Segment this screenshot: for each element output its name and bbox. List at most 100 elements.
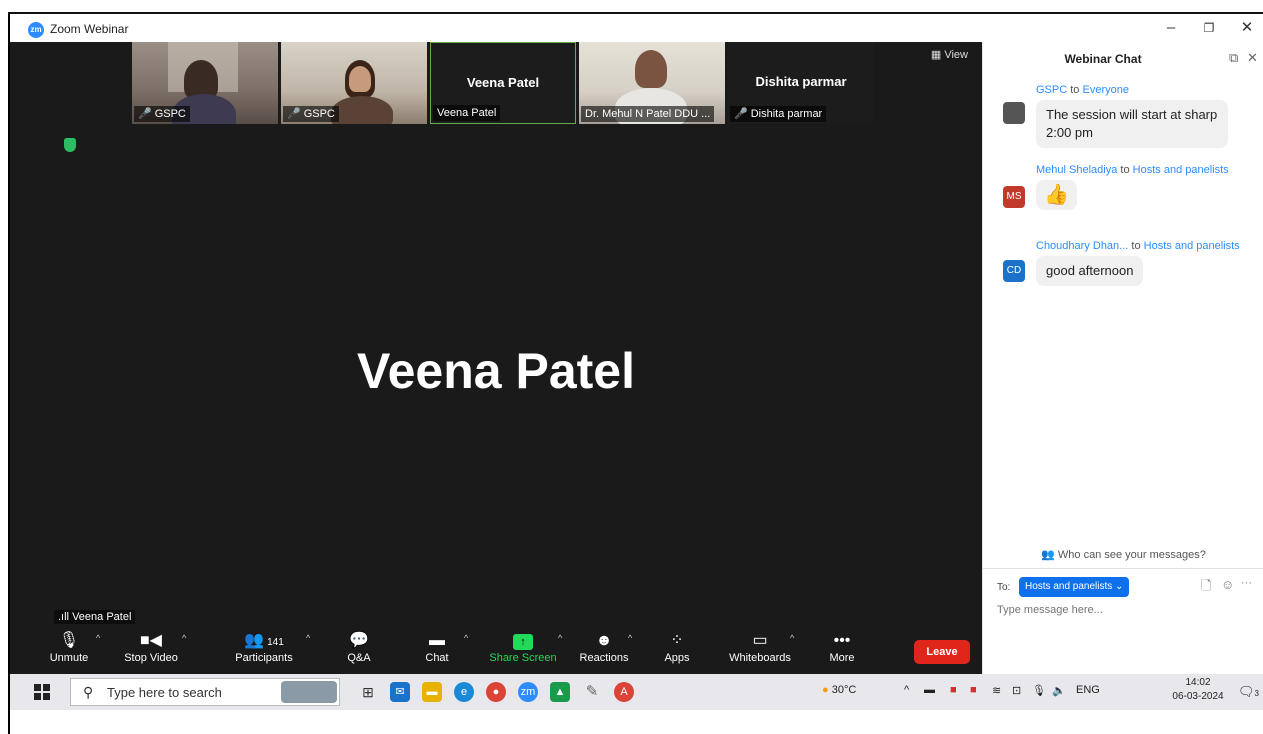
start-tile [34,684,41,691]
wifi-icon[interactable]: ≋ [992,684,1001,697]
person-body [331,96,393,124]
file-icon[interactable]: 🗋 [1201,577,1211,599]
keyboard-icon[interactable]: ⊡ [1012,684,1021,697]
language-indicator[interactable]: ENG [1076,684,1100,696]
tray-chevron-icon[interactable]: ^ [904,684,909,696]
search-highlight-image [281,681,337,703]
mail-icon[interactable]: ✉ [390,682,410,702]
thumbnail-label: 🎤 GSPC [134,106,190,122]
antivirus-icon-2[interactable]: ■ [970,684,977,696]
chat-panel: Webinar Chat ⧉ ✕ GSPC to Everyone The se… [982,42,1263,674]
participant-thumbnail-4[interactable]: Dr. Mehul N Patel DDU ... [579,42,725,124]
participants-count: 141 [267,637,284,648]
stop-video-button[interactable]: ■◀ Stop Video ^ [120,630,186,664]
pop-out-icon[interactable]: ⧉ [1229,50,1238,66]
thumbnail-name: GSPC [303,108,335,120]
qa-button[interactable]: 💬 Q&A [342,630,376,664]
recipient-select[interactable]: Hosts and panelists ⌄ [1019,577,1130,597]
chevron-up-icon[interactable]: ^ [790,633,794,643]
chevron-up-icon[interactable]: ^ [464,633,468,643]
close-icon[interactable]: ✕ [1236,18,1258,38]
participant-thumbnail-2[interactable]: 🎤 GSPC [281,42,427,124]
person-face [349,66,371,92]
thumbnail-label: Veena Patel [433,105,501,121]
chat-message-text: 2:00 pm [1046,125,1093,140]
participant-thumbnail-1[interactable]: 🎤 GSPC [132,42,278,124]
participants-button[interactable]: 👥 141 Participants ^ [232,630,310,664]
whiteboards-button[interactable]: ▭ Whiteboards ^ [726,630,794,664]
thumbnail-name: GSPC [154,108,186,120]
chat-message-header: GSPC to Everyone [1036,84,1129,96]
view-label: View [944,49,968,61]
chevron-up-icon[interactable]: ^ [182,633,186,643]
participant-thumbnail-3[interactable]: Veena Patel Veena Patel [430,42,576,124]
volume-icon[interactable]: 🔈 [1052,684,1066,697]
clock[interactable]: 14:02 06-03-2024 [1168,676,1228,704]
sender-name: Choudhary Dhan... [1036,240,1129,252]
windows-start-icon[interactable] [34,684,50,700]
reactions-button[interactable]: ☻ Reactions ^ [576,630,633,664]
thumbnail-name: Dishita parmar [750,108,823,120]
qa-label: Q&A [347,652,371,664]
edge-icon[interactable]: e [454,682,474,702]
thumbnail-label: Dr. Mehul N Patel DDU ... [581,106,715,122]
whiteboard-icon: ▭ [752,632,768,649]
app-icon[interactable]: ▲ [550,682,570,702]
chat-message-text: The session will start at sharp [1046,107,1218,122]
chevron-up-icon[interactable]: ^ [628,633,632,643]
antivirus-icon[interactable]: ■ [950,684,957,696]
grid-icon: ▦ [930,49,945,61]
chrome-icon[interactable]: ● [486,682,506,702]
chat-message-input[interactable] [997,604,1247,616]
chat-message-bubble: 👍 [1036,180,1077,210]
thumbnail-center-name: Dishita parmar [755,74,847,89]
avatar [1003,102,1025,124]
battery-icon[interactable]: ▬ [924,684,935,696]
notification-icon[interactable]: 🗨3 [1238,684,1259,700]
start-tile [43,693,50,700]
minimize-icon[interactable]: – [1160,18,1182,38]
participants-label: Participants [235,652,293,664]
zoom-logo-icon: zm [28,22,44,38]
zoom-icon[interactable]: zm [518,682,538,702]
active-speaker-indicator: .ıll Veena Patel [54,610,136,624]
emoji-icon[interactable]: ☺ [1221,577,1234,592]
chevron-up-icon[interactable]: ^ [306,633,310,643]
window-title: Zoom Webinar [50,22,129,36]
paint-icon[interactable]: ✎ [582,682,602,702]
title-bar: zm Zoom Webinar – ❐ ✕ [10,14,1263,42]
participants-icon: 👥 141 [244,632,284,649]
unmute-button[interactable]: 🎙 Unmute ^ [44,630,101,664]
who-can-see-link[interactable]: 👥 Who can see your messages? [983,548,1263,561]
chat-bubble-icon: ▬ [429,632,445,649]
to-label: To: [997,582,1011,593]
mic-off-icon: 🎤 [734,108,748,120]
stop-video-label: Stop Video [124,652,178,664]
thumbnail-label: 🎤 Dishita parmar [730,106,827,122]
view-button[interactable]: ▦ View [931,48,968,61]
more-button[interactable]: ••• More [826,630,858,664]
video-camera-icon: ■◀ [140,632,162,649]
share-screen-button[interactable]: ↑ Share Screen ^ [488,630,562,664]
chat-message-text: good afternoon [1046,263,1134,278]
chevron-up-icon[interactable]: ^ [558,633,562,643]
security-shield-icon[interactable] [64,138,76,152]
chrome-profile-icon[interactable]: A [614,682,634,702]
taskbar-search[interactable]: ⚲ Type here to search [70,678,340,706]
restore-icon[interactable]: ❐ [1198,18,1220,38]
participant-thumbnail-5[interactable]: Dishita parmar 🎤 Dishita parmar [728,42,874,124]
close-chat-icon[interactable]: ✕ [1247,50,1258,66]
task-view-icon[interactable]: ⊞ [358,682,378,702]
more-options-icon[interactable]: ··· [1241,577,1252,589]
microphone-icon[interactable]: 🎙 [1032,684,1046,697]
weather-widget[interactable]: ● 30°C [822,684,856,696]
share-screen-icon-wrap: ↑ [488,630,558,652]
apps-button[interactable]: ⁘ Apps [660,630,694,664]
leave-button[interactable]: Leave [914,640,970,664]
chat-button[interactable]: ▬ Chat ^ [420,630,468,664]
start-tile [43,684,50,691]
file-explorer-icon[interactable]: ▬ [422,682,442,702]
chevron-up-icon[interactable]: ^ [96,633,100,643]
share-screen-icon: ↑ [513,634,533,650]
more-label: More [829,652,855,664]
